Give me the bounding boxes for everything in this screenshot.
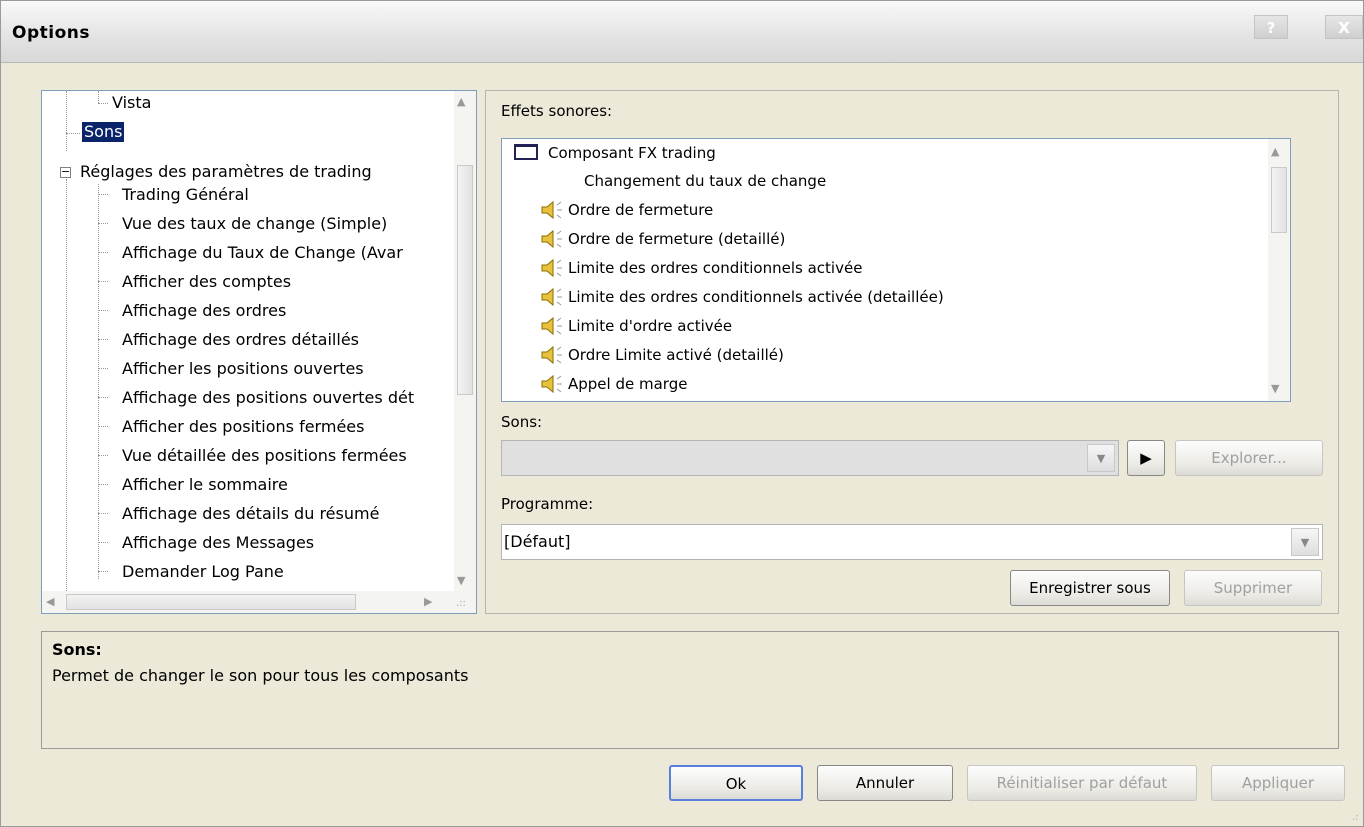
tree-item-vista[interactable]: Vista [112, 92, 151, 114]
delete-button[interactable]: Supprimer [1184, 570, 1322, 606]
options-dialog: Options ? X Vista Sons − Réglages des pa… [0, 0, 1364, 827]
effects-label: Effets sonores: [501, 102, 613, 120]
component-window-icon [514, 144, 538, 160]
tree-item-closed-positions[interactable]: Afficher des positions fermées [122, 416, 364, 438]
explore-button[interactable]: Explorer... [1175, 440, 1323, 476]
effect-item-close-order-detailed[interactable]: Ordre de fermeture (detaillé) [568, 225, 785, 253]
effect-item-limit-activated-detailed[interactable]: Ordre Limite activé (detaillé) [568, 341, 784, 369]
description-title: Sons: [52, 640, 102, 659]
speaker-icon [541, 374, 562, 394]
tree-item-sons[interactable]: Sons [82, 122, 125, 142]
sound-select[interactable]: ▼ [501, 440, 1119, 476]
sound-effects-list[interactable]: Composant FX trading Changement du taux … [501, 138, 1291, 402]
effect-item-rate-change[interactable]: Changement du taux de change [584, 167, 826, 195]
tree-item-trading-settings[interactable]: Réglages des paramètres de trading [80, 161, 372, 183]
tree-item-open-positions-detailed[interactable]: Affichage des positions ouvertes dét [122, 387, 414, 409]
tree-hscroll-thumb[interactable] [66, 594, 356, 610]
cancel-button[interactable]: Annuler [817, 765, 953, 801]
ok-button[interactable]: Ok [669, 765, 803, 801]
speaker-icon [541, 287, 562, 307]
tree-item-closed-positions-detailed[interactable]: Vue détaillée des positions fermées [122, 445, 407, 467]
tree-item-summary-details[interactable]: Affichage des détails du résumé [122, 503, 379, 525]
tree-item-trading-general[interactable]: Trading Général [122, 184, 249, 206]
title-bar[interactable]: Options ? X [1, 1, 1363, 63]
resize-grip-icon: .:: [456, 598, 466, 609]
tree-item-accounts[interactable]: Afficher des comptes [122, 271, 291, 293]
apply-button[interactable]: Appliquer [1211, 765, 1345, 801]
scroll-right-icon[interactable]: ▶ [424, 595, 432, 608]
help-button[interactable]: ? [1254, 15, 1288, 39]
scroll-down-icon[interactable]: ▼ [457, 574, 465, 587]
tree-item-rates-advanced[interactable]: Affichage du Taux de Change (Avar [122, 242, 403, 264]
tree-item-orders-detailed[interactable]: Affichage des ordres détaillés [122, 329, 359, 351]
scroll-down-icon[interactable]: ▼ [1271, 382, 1279, 395]
effect-item-limit-activated[interactable]: Limite d'ordre activée [568, 312, 732, 340]
speaker-icon [541, 200, 562, 220]
effect-item-margin-call[interactable]: Appel de marge [568, 370, 687, 398]
close-button[interactable]: X [1325, 15, 1363, 39]
description-panel: Sons: Permet de changer le son pour tous… [41, 631, 1339, 749]
effects-scrollbar[interactable]: ▲ ▼ [1268, 139, 1290, 401]
options-tree[interactable]: Vista Sons − Réglages des paramètres de … [41, 90, 477, 614]
tree-item-rates-simple[interactable]: Vue des taux de change (Simple) [122, 213, 387, 235]
tree-item-open-positions[interactable]: Afficher les positions ouvertes [122, 358, 364, 380]
tree-item-log-pane[interactable]: Demander Log Pane [122, 561, 284, 583]
tree-item-summary[interactable]: Afficher le sommaire [122, 474, 288, 496]
chevron-down-icon[interactable]: ▼ [1087, 444, 1115, 472]
effect-item-component[interactable]: Composant FX trading [548, 139, 716, 167]
speaker-icon [541, 258, 562, 278]
tree-scroll-thumb[interactable] [457, 165, 473, 395]
effect-item-close-order[interactable]: Ordre de fermeture [568, 196, 713, 224]
scroll-up-icon[interactable]: ▲ [457, 95, 465, 108]
reset-defaults-button[interactable]: Réinitialiser par défaut [967, 765, 1197, 801]
collapse-icon[interactable]: − [60, 166, 71, 178]
program-select-value: [Défaut] [504, 532, 571, 551]
scroll-left-icon[interactable]: ◀ [46, 595, 54, 608]
window-resize-grip-icon[interactable]: .: [1352, 812, 1359, 823]
effect-item-conditional-limit[interactable]: Limite des ordres conditionnels activée [568, 254, 862, 282]
play-icon: ▶ [1140, 449, 1152, 467]
tree-vertical-scrollbar[interactable]: ▲ ▼ [454, 91, 476, 591]
scroll-up-icon[interactable]: ▲ [1271, 145, 1279, 158]
effect-item-conditional-limit-detailed[interactable]: Limite des ordres conditionnels activée … [568, 283, 944, 311]
tree-horizontal-scrollbar[interactable]: ◀ ▶ .:: [42, 591, 476, 613]
speaker-icon [541, 316, 562, 336]
play-button[interactable]: ▶ [1127, 440, 1165, 476]
description-text: Permet de changer le son pour tous les c… [52, 666, 469, 685]
chevron-down-icon[interactable]: ▼ [1291, 528, 1319, 556]
tree-item-orders[interactable]: Affichage des ordres [122, 300, 286, 322]
speaker-icon [541, 345, 562, 365]
speaker-icon [541, 229, 562, 249]
tree-item-messages[interactable]: Affichage des Messages [122, 532, 314, 554]
sounds-label: Sons: [501, 413, 543, 431]
sound-settings-panel: Effets sonores: Composant FX trading Cha… [485, 90, 1339, 614]
program-label: Programme: [501, 495, 594, 513]
program-select[interactable]: [Défaut] ▼ [501, 524, 1323, 560]
dialog-title: Options [12, 23, 90, 43]
effects-scroll-thumb[interactable] [1271, 167, 1287, 233]
save-as-button[interactable]: Enregistrer sous [1010, 570, 1170, 606]
